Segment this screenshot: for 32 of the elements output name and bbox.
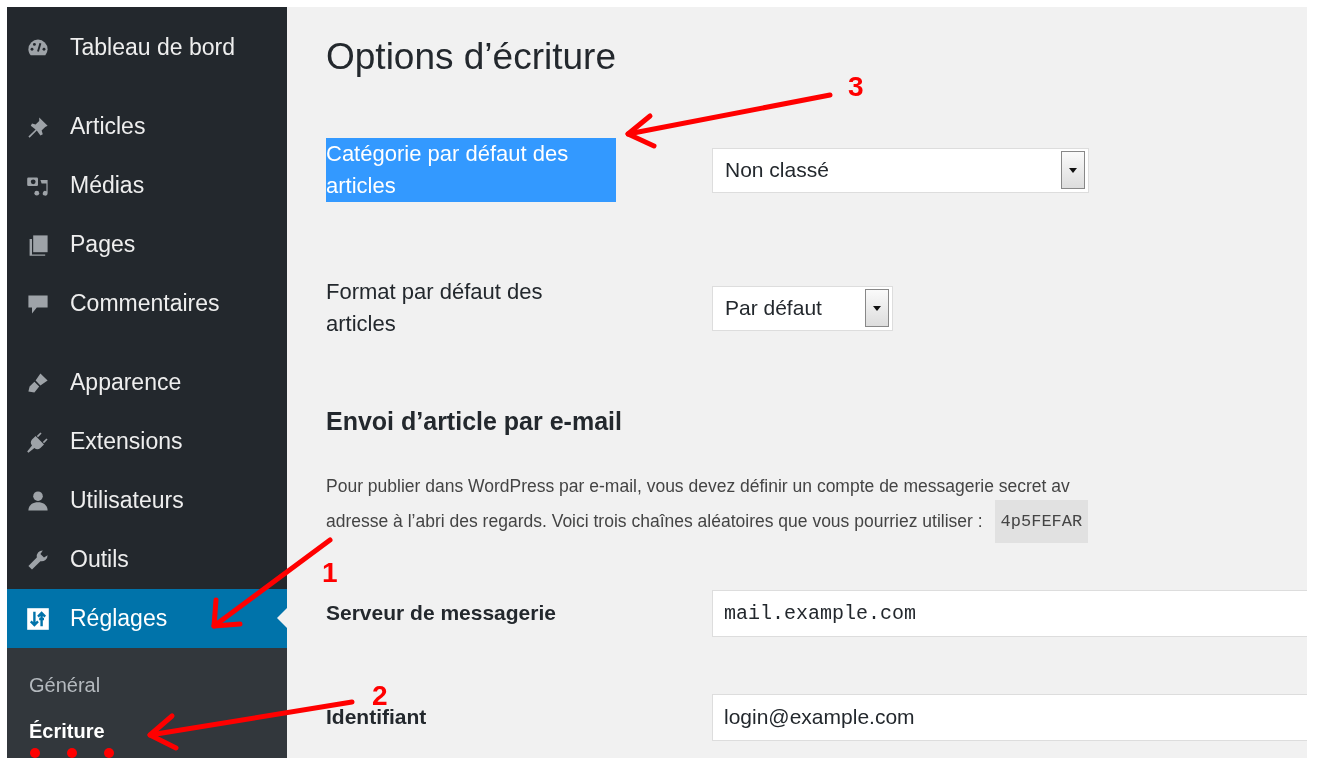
sidebar-item[interactable]: Réglages: [7, 589, 287, 648]
section-heading: Envoi d’article par e-mail: [326, 406, 623, 437]
dropdown[interactable]: Non classé: [712, 147, 1089, 193]
submenu-item[interactable]: Écriture: [7, 708, 287, 754]
page-title: Options d’écriture: [326, 35, 616, 79]
user-icon: [26, 488, 50, 513]
field-label: Identifiant: [326, 705, 427, 728]
annotation-number: 3: [848, 71, 864, 102]
sidebar-item[interactable]: Utilisateurs: [7, 471, 287, 530]
annotation-number: 1: [322, 557, 338, 588]
input-field[interactable]: mail.example.com: [712, 589, 1307, 637]
sidebar-item[interactable]: Médias: [7, 156, 287, 215]
plug-icon: [26, 429, 50, 454]
sliders-icon: [26, 606, 50, 631]
sidebar-item[interactable]: Extensions: [7, 412, 287, 471]
sidebar-item[interactable]: Pages: [7, 215, 287, 274]
sidebar-item[interactable]: Outils: [7, 530, 287, 589]
wrench-icon: [26, 547, 50, 572]
sidebar-item[interactable]: Tableau de bord: [7, 18, 287, 77]
dropdown[interactable]: Par défaut: [712, 285, 893, 331]
paragraph-line: adresse à l’abri des regards. Voici trois chaînes aléatoires que vous pourriez utiliser :: [326, 510, 983, 533]
sidebar-item[interactable]: Commentaires: [7, 274, 287, 333]
field-label: Serveur de messagerie: [326, 601, 556, 624]
submenu-item[interactable]: Général: [7, 662, 287, 708]
brush-icon: [26, 370, 50, 395]
code-snippet: 4p5FEFAR: [994, 500, 1089, 543]
sidebar-item[interactable]: Apparence: [7, 353, 287, 412]
paragraph-line: Pour publier dans WordPress par e-mail, vous devez définir un compte de messagerie secret av: [326, 475, 1070, 498]
sidebar-item[interactable]: Articles: [7, 97, 287, 156]
input-field[interactable]: login@example.com: [712, 693, 1307, 741]
setting-label: Catégorie par défaut des articles: [326, 138, 616, 202]
setting-label: Format par défaut des articles: [326, 279, 543, 336]
